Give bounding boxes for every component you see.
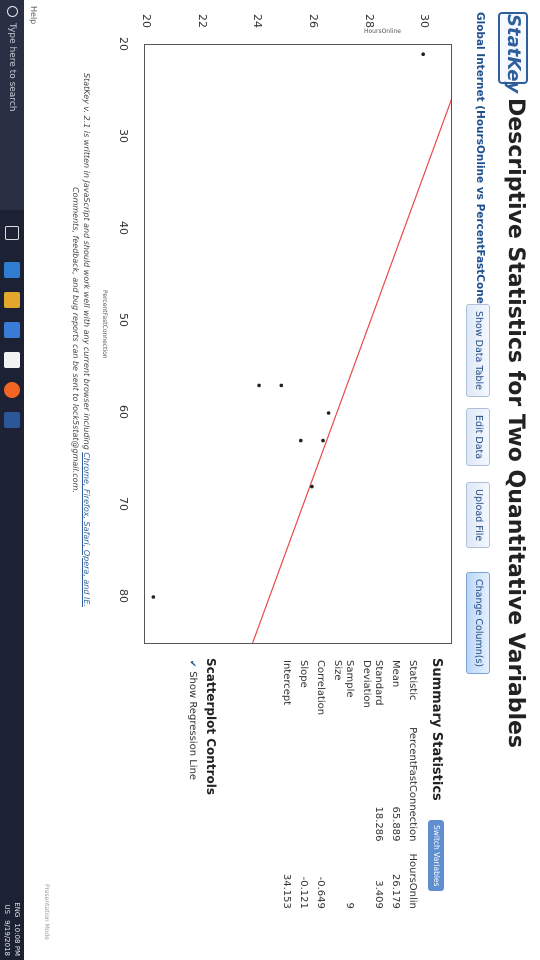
taskbar-search[interactable]: Type here to search (0, 0, 24, 210)
presentation-mode-label: Presentation Mode (43, 884, 50, 940)
x-tick-label: 40 (117, 221, 130, 235)
table-row: Slope -0.121 (294, 660, 311, 921)
stat-value: 18.286 (373, 806, 384, 842)
change-columns-button[interactable]: Change Column(s) (466, 572, 490, 675)
x-tick-label: 60 (117, 405, 130, 419)
word-icon[interactable] (4, 412, 20, 428)
scatterplot-frame (144, 44, 472, 644)
stat-label: Slope (298, 660, 309, 688)
upload-file-button[interactable]: Upload File (466, 482, 490, 549)
stat-value: 9 (344, 902, 355, 909)
stat-value: -0.649 (315, 876, 326, 909)
clock-time: 10:08 PM (13, 923, 21, 956)
stat-label: Sample Size (332, 660, 355, 698)
data-point (421, 52, 425, 56)
data-point (326, 411, 331, 415)
task-view-icon[interactable] (5, 226, 19, 240)
stat-label: Correlation (315, 660, 326, 716)
search-placeholder: Type here to search (7, 23, 17, 112)
x-tick-label: 20 (117, 37, 130, 51)
stat-value (277, 727, 294, 853)
summary-title: Summary Statistics (429, 658, 444, 801)
summary-header-row: Statistic PercentFastConnection HoursOnl… (403, 660, 420, 921)
x-tick-label: 80 (117, 589, 130, 603)
y-axis-title: HoursOnline (364, 28, 401, 35)
clock-date: 9/19/2018 (3, 920, 11, 956)
dataset-label: Global Internet (HoursOnline vs PercentF… (474, 12, 486, 339)
amazon-icon[interactable] (4, 352, 20, 368)
taskbar: Type here to search ENG 10:08 PM US 9/19/2… (0, 0, 24, 960)
checkmark-icon: ✔ (187, 660, 197, 668)
y-tick-label: 22 (195, 14, 209, 28)
stat-label: Standard Deviation (361, 660, 384, 708)
y-tick-label: 26 (306, 14, 320, 28)
region-indicator: US (3, 904, 11, 915)
data-point (257, 383, 261, 388)
stat-value: -0.121 (298, 876, 309, 909)
dataset-selector[interactable]: Global Internet (HoursOnline vs PercentF… (474, 12, 486, 350)
data-point (310, 484, 314, 489)
x-tick-label: 50 (117, 313, 130, 327)
cortana-icon (7, 6, 18, 17)
footer-note: StatKey v. 2.1 is written in JavaScript … (70, 60, 92, 620)
switch-variables-button[interactable]: Switch Variables (428, 820, 444, 892)
column-header: HoursOnlin (407, 853, 418, 909)
firefox-icon[interactable] (4, 382, 20, 398)
column-header: PercentFastConnection (407, 727, 418, 842)
footer-line-2: Comments, feedback, and bug reports can … (71, 187, 80, 493)
y-tick-label: 30 (418, 14, 432, 28)
data-point (151, 595, 156, 599)
data-point (321, 438, 325, 443)
x-axis-title: PercentFastConnection (101, 290, 108, 359)
edge-icon[interactable] (4, 262, 20, 278)
stat-value: 3.409 (373, 880, 384, 909)
show-data-table-button[interactable]: Show Data Table (466, 304, 490, 397)
language-indicator: ENG (13, 902, 21, 918)
show-regression-label: Show Regression Line (187, 671, 198, 781)
table-row: Mean 65.889 26.179 (386, 660, 403, 921)
store-icon[interactable] (4, 322, 20, 338)
y-tick-label: 28 (362, 14, 376, 28)
show-regression-toggle[interactable]: ✔ Show Regression Line (187, 660, 198, 780)
table-row: Correlation -0.649 (311, 660, 328, 921)
stat-label: Intercept (281, 660, 292, 706)
table-row: Intercept 34.153 (277, 660, 294, 921)
edit-data-button[interactable]: Edit Data (466, 408, 490, 467)
stat-label: Mean (390, 660, 401, 688)
page-title: Descriptive Statistics for Two Quantitat… (503, 98, 528, 749)
table-row: Standard Deviation 18.286 3.409 (357, 660, 386, 921)
stat-value: 65.889 (390, 806, 401, 842)
stat-value: 34.153 (281, 873, 292, 909)
browser-screen: StatKey Descriptive Statistics for Two Q… (0, 0, 540, 960)
stat-value (328, 727, 357, 853)
file-explorer-icon[interactable] (4, 292, 20, 308)
help-link[interactable]: Help (29, 6, 38, 24)
data-point (298, 438, 303, 443)
browser-links[interactable]: Chrome, Firefox, Safari, Opera, and IE. (82, 452, 91, 607)
scatterplot-controls-title: Scatterplot Controls (204, 658, 218, 795)
y-tick-label: 20 (140, 14, 153, 28)
column-header: Statistic (407, 660, 418, 701)
regression-line (252, 44, 472, 644)
data-point (279, 383, 284, 388)
x-tick-label: 30 (117, 129, 130, 143)
system-tray[interactable]: ENG 10:08 PM US 9/19/2018 (2, 896, 22, 956)
x-tick-label: 70 (117, 497, 130, 511)
footer-line-1: StatKey v. 2.1 is written in JavaScript … (82, 73, 91, 450)
table-row: Sample Size 9 (328, 660, 357, 921)
statkey-logo[interactable]: StatKey (498, 12, 528, 93)
stat-value (311, 727, 328, 853)
summary-table: Statistic PercentFastConnection HoursOnl… (277, 660, 420, 921)
scatterplot (151, 44, 472, 644)
stat-value: 26.179 (390, 873, 401, 909)
stat-value (294, 727, 311, 853)
toolbar: Global Internet (HoursOnline vs PercentF… (464, 12, 490, 952)
y-tick-label: 24 (251, 14, 265, 28)
